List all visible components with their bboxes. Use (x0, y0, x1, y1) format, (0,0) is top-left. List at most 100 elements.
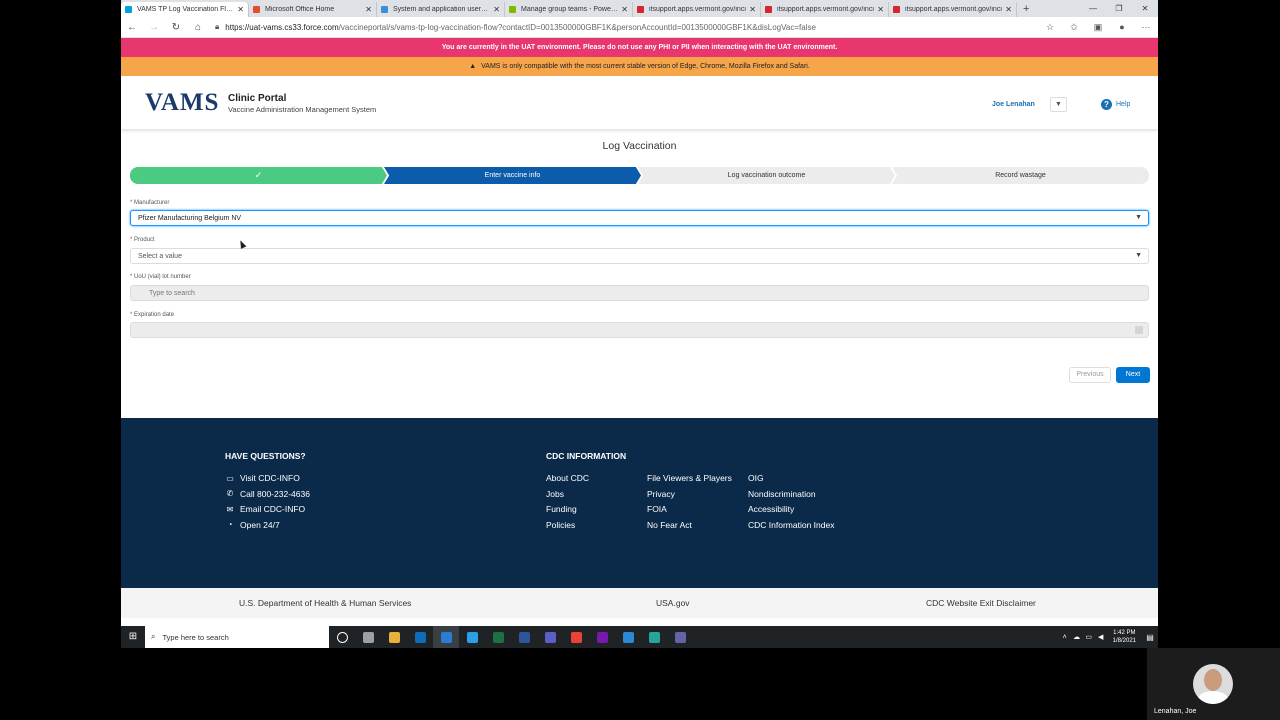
step-log-vaccination-outcome[interactable]: Log vaccination outcome (638, 167, 895, 184)
search-icon: ⌕ (151, 632, 156, 641)
footer-link[interactable]: Policies (546, 520, 575, 530)
user-menu-chevron-icon[interactable]: ▼ (1050, 97, 1067, 112)
lot-placeholder: Type to search (149, 289, 195, 297)
footer-link[interactable]: No Fear Act (647, 520, 692, 530)
tab-favicon-icon (381, 6, 388, 13)
taskbar-app-icon[interactable] (459, 626, 485, 648)
help-link[interactable]: ? Help (1101, 99, 1130, 110)
exit-disclaimer-link[interactable]: CDC Website Exit Disclaimer (926, 598, 1036, 608)
lot-label: * UoU (vial) lot number (130, 274, 191, 280)
footer-link[interactable]: Nondiscrimination (748, 489, 816, 499)
taskbar-app-icon[interactable] (641, 626, 667, 648)
taskbar-app-icon[interactable] (407, 626, 433, 648)
manufacturer-select[interactable]: Pfizer Manufacturing Belgium NV ▼ (130, 210, 1149, 226)
next-button[interactable]: Next (1116, 367, 1150, 383)
footer-contact-link[interactable]: ◔ Open 24/7 (225, 520, 280, 530)
browser-tab[interactable]: itsupport.apps.vermont.gov/inci ✕ (889, 2, 1017, 17)
tab-favicon-icon (893, 6, 900, 13)
favorite-star-icon[interactable]: ☆ (1038, 22, 1062, 33)
back-icon[interactable]: ← (121, 22, 143, 33)
forward-icon[interactable]: → (143, 22, 165, 33)
minimize-icon[interactable]: — (1080, 0, 1106, 17)
footer-link[interactable]: OIG (748, 473, 764, 483)
vams-logo[interactable]: VAMS (145, 89, 219, 117)
footer-contact-link[interactable]: ✉ Email CDC-INFO (225, 504, 306, 514)
footer-link[interactable]: Jobs (546, 489, 564, 499)
browser-tab[interactable]: itsupport.apps.vermont.gov/inci ✕ (761, 2, 889, 17)
url-host: https://uat-vams.cs33.force.com (225, 22, 339, 32)
footer-link[interactable]: FOIA (647, 504, 667, 514)
tab-label: System and application users - X (393, 6, 491, 13)
taskbar-app-icon[interactable] (589, 626, 615, 648)
browser-tab[interactable]: VAMS TP Log Vaccination Flow ✕ (121, 2, 249, 17)
user-name[interactable]: Joe Lenahan (992, 101, 1035, 108)
step-complete[interactable]: ✓ (130, 167, 387, 184)
url-field[interactable]: 🔒︎ https://uat-vams.cs33.force.com/vacci… (209, 19, 1038, 36)
onedrive-icon[interactable]: ☁ (1071, 633, 1083, 641)
close-window-icon[interactable]: ✕ (1132, 0, 1158, 17)
favorites-icon[interactable]: ✩ (1062, 22, 1086, 33)
taskbar-app-icon[interactable] (329, 626, 355, 648)
progress-path: ✓ Enter vaccine info Log vaccination out… (130, 167, 1149, 184)
hhs-link[interactable]: U.S. Department of Health & Human Servic… (239, 598, 411, 608)
step-enter-vaccine-info[interactable]: Enter vaccine info (384, 167, 641, 184)
footer-link[interactable]: Privacy (647, 489, 675, 499)
taskbar-app-icon[interactable] (485, 626, 511, 648)
tab-close-icon[interactable]: ✕ (749, 5, 756, 14)
taskbar-search[interactable]: ⌕ Type here to search (145, 626, 329, 648)
taskbar-app-icon[interactable] (355, 626, 381, 648)
footer-link[interactable]: CDC Information Index (748, 520, 834, 530)
step-record-wastage[interactable]: Record wastage (892, 167, 1149, 184)
footer-contact-link[interactable]: ▭ Visit CDC-INFO (225, 473, 300, 483)
home-icon[interactable]: ⌂ (187, 22, 209, 33)
network-icon[interactable]: ▭ (1083, 633, 1095, 641)
tab-close-icon[interactable]: ✕ (877, 5, 884, 14)
browser-tab[interactable]: itsupport.apps.vermont.gov/inci ✕ (633, 2, 761, 17)
clock[interactable]: 1:42 PM 1/8/2021 (1113, 629, 1136, 645)
calendar-icon[interactable] (1135, 326, 1143, 334)
new-tab-button[interactable]: + (1017, 2, 1035, 17)
taskbar-app-icon[interactable] (615, 626, 641, 648)
tab-label: itsupport.apps.vermont.gov/inci (777, 6, 874, 13)
browser-tab[interactable]: System and application users - X ✕ (377, 2, 505, 17)
volume-icon[interactable]: ◀ (1095, 633, 1107, 641)
expiration-date-input[interactable] (130, 322, 1149, 338)
footer-link[interactable]: File Viewers & Players (647, 473, 732, 483)
taskbar-search-placeholder: Type here to search (162, 632, 229, 642)
footer-link[interactable]: Funding (546, 504, 577, 514)
refresh-icon[interactable]: ↻ (165, 22, 187, 33)
previous-button[interactable]: Previous (1069, 367, 1111, 383)
presenter-avatar (1193, 664, 1233, 704)
lot-search-input[interactable]: Type to search (130, 285, 1149, 301)
questions-heading: HAVE QUESTIONS? (225, 451, 306, 461)
taskbar-app-icon[interactable] (563, 626, 589, 648)
footer-contact-link[interactable]: ✆ Call 800-232-4636 (225, 489, 310, 499)
tab-close-icon[interactable]: ✕ (1005, 5, 1012, 14)
taskbar-app-icon[interactable] (511, 626, 537, 648)
product-select[interactable]: Select a value ▼ (130, 248, 1149, 264)
tab-favicon-icon (765, 6, 772, 13)
restore-icon[interactable]: ❐ (1106, 0, 1132, 17)
portal-title: Clinic Portal (228, 93, 287, 104)
tab-close-icon[interactable]: ✕ (621, 5, 628, 14)
collections-icon[interactable]: ▣ (1086, 22, 1110, 33)
tab-close-icon[interactable]: ✕ (237, 5, 244, 14)
taskbar-app-icon[interactable] (537, 626, 563, 648)
browser-tab[interactable]: Manage group teams - Power Pl ✕ (505, 2, 633, 17)
taskbar-app-icon[interactable] (667, 626, 693, 648)
browser-tab[interactable]: Microsoft Office Home ✕ (249, 2, 377, 17)
notification-icon[interactable]: ▤ (1142, 633, 1158, 642)
taskbar-app-icon[interactable] (381, 626, 407, 648)
tray-chevron-icon[interactable]: ˄ (1059, 634, 1071, 641)
footer-contact-label: Open 24/7 (240, 519, 280, 530)
footer-link[interactable]: About CDC (546, 473, 589, 483)
usagov-link[interactable]: USA.gov (656, 598, 690, 608)
footer-link[interactable]: Accessibility (748, 504, 794, 514)
taskbar: ⊞ ⌕ Type here to search ˄ ☁ ▭ ◀ 1:42 PM … (121, 626, 1158, 648)
tab-close-icon[interactable]: ✕ (365, 5, 372, 14)
more-icon[interactable]: ⋯ (1134, 22, 1158, 33)
windows-start-icon[interactable]: ⊞ (121, 626, 145, 648)
taskbar-app-icon[interactable] (433, 626, 459, 648)
profile-icon[interactable]: ● (1110, 22, 1134, 33)
tab-close-icon[interactable]: ✕ (493, 5, 500, 14)
